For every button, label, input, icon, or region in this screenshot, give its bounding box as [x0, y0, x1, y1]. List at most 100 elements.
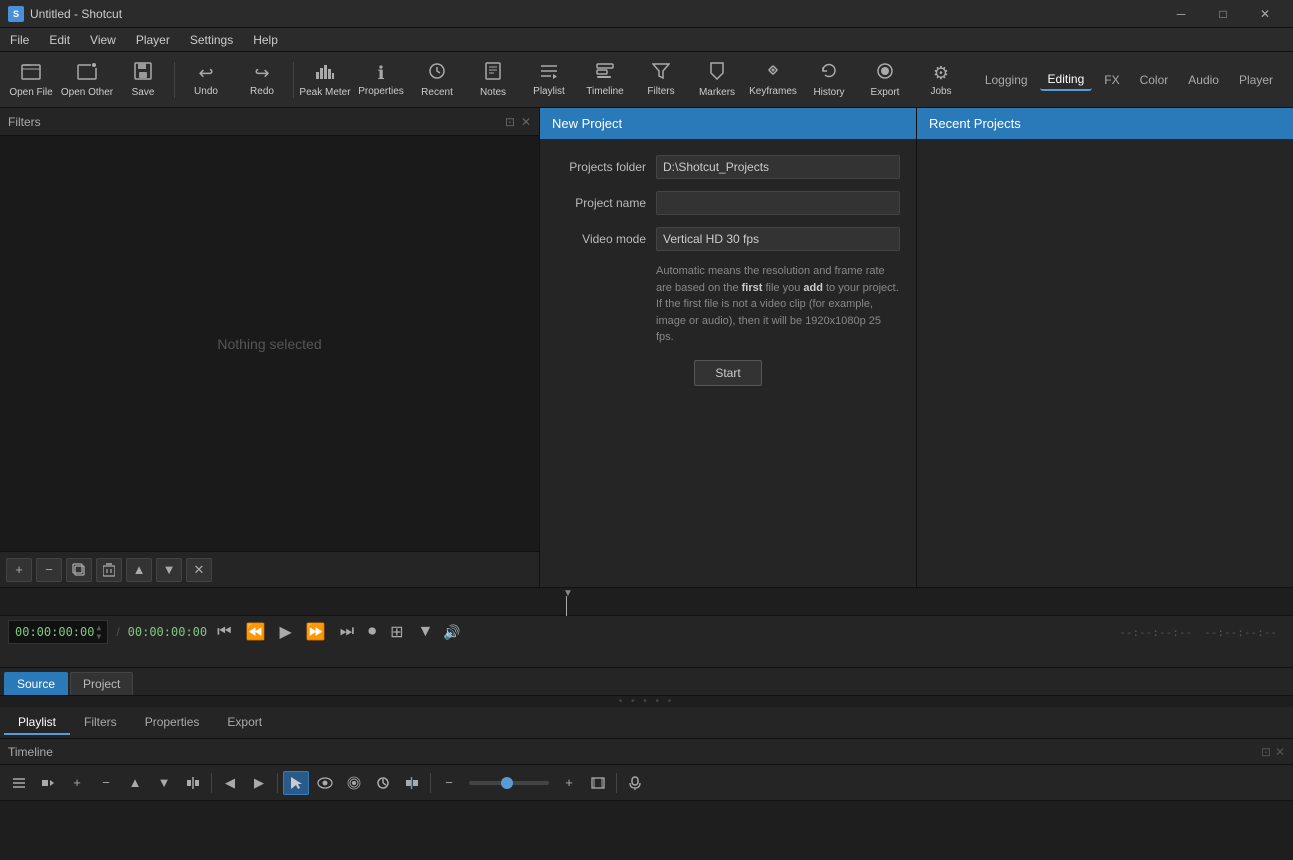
- layout-player[interactable]: Player: [1231, 70, 1281, 90]
- projects-folder-input[interactable]: [656, 155, 900, 179]
- properties-button[interactable]: ℹ Properties: [354, 55, 408, 105]
- filter-add-btn[interactable]: +: [6, 558, 32, 582]
- timeline-scrub[interactable]: ▼: [0, 588, 1293, 616]
- minimize-button[interactable]: ─: [1161, 0, 1201, 28]
- jobs-label: Jobs: [930, 86, 951, 97]
- record-button[interactable]: ⏺: [364, 621, 380, 643]
- tl-zoom-fit-btn[interactable]: [585, 771, 611, 795]
- grid-options-button[interactable]: ▼: [414, 621, 438, 643]
- projects-folder-row: Projects folder: [556, 155, 900, 179]
- menu-player[interactable]: Player: [126, 28, 180, 51]
- timeline-button[interactable]: Timeline: [578, 55, 632, 105]
- filter-clear-btn[interactable]: ✕: [186, 558, 212, 582]
- tl-overwrite-btn[interactable]: ▼: [151, 771, 177, 795]
- timecode-current[interactable]: 00:00:00:00 ▲▼: [8, 620, 108, 644]
- layout-color[interactable]: Color: [1132, 70, 1177, 90]
- volume-icon: 🔊: [443, 624, 460, 641]
- grid-button[interactable]: ⊞: [386, 620, 407, 644]
- video-mode-input[interactable]: [656, 227, 900, 251]
- zoom-slider[interactable]: [469, 781, 549, 785]
- tl-hide-btn[interactable]: [312, 771, 338, 795]
- history-button[interactable]: History: [802, 55, 856, 105]
- skip-to-start-button[interactable]: ⏮: [213, 621, 235, 643]
- notes-label: Notes: [480, 87, 506, 98]
- jobs-button[interactable]: ⚙ Jobs: [914, 55, 968, 105]
- tl-scrub-btn[interactable]: [370, 771, 396, 795]
- timeline-close-icon[interactable]: ✕: [1275, 745, 1285, 759]
- transport-controls: 00:00:00:00 ▲▼ / 00:00:00:00 ⏮ ⏪ ▶ ⏩ ⏭ ⏺…: [0, 616, 1293, 648]
- timecode-separator: /: [114, 625, 121, 639]
- filters-button[interactable]: Filters: [634, 55, 688, 105]
- menu-file[interactable]: File: [0, 28, 39, 51]
- history-icon: [820, 62, 838, 85]
- keyframes-button[interactable]: Keyframes: [746, 55, 800, 105]
- tl-sep-1: [211, 773, 212, 793]
- filter-remove-btn[interactable]: −: [36, 558, 62, 582]
- undo-label: Undo: [194, 86, 218, 97]
- tl-zoom-out-btn[interactable]: −: [436, 771, 462, 795]
- playlist-label: Playlist: [533, 86, 565, 97]
- tl-zoom-in-btn[interactable]: +: [556, 771, 582, 795]
- filter-copy-btn[interactable]: [66, 558, 92, 582]
- skip-to-end-button[interactable]: ⏭: [336, 621, 358, 643]
- tl-append-btn[interactable]: [35, 771, 61, 795]
- tl-lift-btn[interactable]: ▲: [122, 771, 148, 795]
- maximize-button[interactable]: □: [1203, 0, 1243, 28]
- export-icon: [876, 62, 894, 85]
- timeline-resize-icon[interactable]: ⊡: [1261, 745, 1271, 759]
- peak-meter-label: Peak Meter: [299, 87, 350, 98]
- tl-split-btn[interactable]: [180, 771, 206, 795]
- peak-meter-button[interactable]: Peak Meter: [298, 55, 352, 105]
- rewind-button[interactable]: ⏪: [242, 620, 270, 644]
- video-mode-row: Video mode: [556, 227, 900, 251]
- panel-tab-export[interactable]: Export: [213, 711, 276, 735]
- tl-remove-track-btn[interactable]: −: [93, 771, 119, 795]
- undo-button[interactable]: ↩ Undo: [179, 55, 233, 105]
- panel-tab-filters[interactable]: Filters: [70, 711, 131, 735]
- menu-settings[interactable]: Settings: [180, 28, 243, 51]
- source-tab[interactable]: Source: [4, 672, 68, 695]
- start-button[interactable]: Start: [694, 360, 761, 386]
- tl-ripple-btn[interactable]: [341, 771, 367, 795]
- filter-delete-btn[interactable]: [96, 558, 122, 582]
- menu-edit[interactable]: Edit: [39, 28, 80, 51]
- menu-help[interactable]: Help: [243, 28, 288, 51]
- playlist-button[interactable]: Playlist: [522, 55, 576, 105]
- tl-menu-btn[interactable]: [6, 771, 32, 795]
- play-button[interactable]: ▶: [275, 620, 295, 644]
- tl-mic-btn[interactable]: [622, 771, 648, 795]
- open-file-button[interactable]: Open File: [4, 55, 58, 105]
- filters-panel: Filters ⊡ ✕ Nothing selected + − ▲ ▼: [0, 108, 540, 587]
- redo-button[interactable]: ↪ Redo: [235, 55, 289, 105]
- panel-tab-properties[interactable]: Properties: [131, 711, 214, 735]
- close-button[interactable]: ✕: [1245, 0, 1285, 28]
- timecode-spinner[interactable]: ▲▼: [96, 623, 101, 641]
- panel-tab-playlist[interactable]: Playlist: [4, 711, 70, 735]
- layout-editing[interactable]: Editing: [1040, 69, 1093, 91]
- markers-button[interactable]: Markers: [690, 55, 744, 105]
- tl-prev-btn[interactable]: ◀: [217, 771, 243, 795]
- filter-down-btn[interactable]: ▼: [156, 558, 182, 582]
- export-button[interactable]: Export: [858, 55, 912, 105]
- layout-audio[interactable]: Audio: [1180, 70, 1227, 90]
- recent-button[interactable]: Recent: [410, 55, 464, 105]
- filter-up-btn[interactable]: ▲: [126, 558, 152, 582]
- project-name-input[interactable]: [656, 191, 900, 215]
- project-tab[interactable]: Project: [70, 672, 133, 695]
- menu-view[interactable]: View: [80, 28, 126, 51]
- fast-forward-button[interactable]: ⏩: [302, 620, 330, 644]
- tl-snap-btn[interactable]: [399, 771, 425, 795]
- save-button[interactable]: Save: [116, 55, 170, 105]
- filters-close-icon[interactable]: ✕: [521, 115, 531, 129]
- tl-add-track-btn[interactable]: +: [64, 771, 90, 795]
- open-other-button[interactable]: Open Other: [60, 55, 114, 105]
- notes-button[interactable]: Notes: [466, 55, 520, 105]
- tl-next-btn[interactable]: ▶: [246, 771, 272, 795]
- layout-fx[interactable]: FX: [1096, 70, 1127, 90]
- properties-icon: ℹ: [378, 63, 385, 84]
- zoom-slider-thumb[interactable]: [501, 777, 513, 789]
- filters-resize-icon[interactable]: ⊡: [505, 115, 515, 129]
- properties-label: Properties: [358, 86, 404, 97]
- tl-select-btn[interactable]: [283, 771, 309, 795]
- layout-logging[interactable]: Logging: [977, 70, 1036, 90]
